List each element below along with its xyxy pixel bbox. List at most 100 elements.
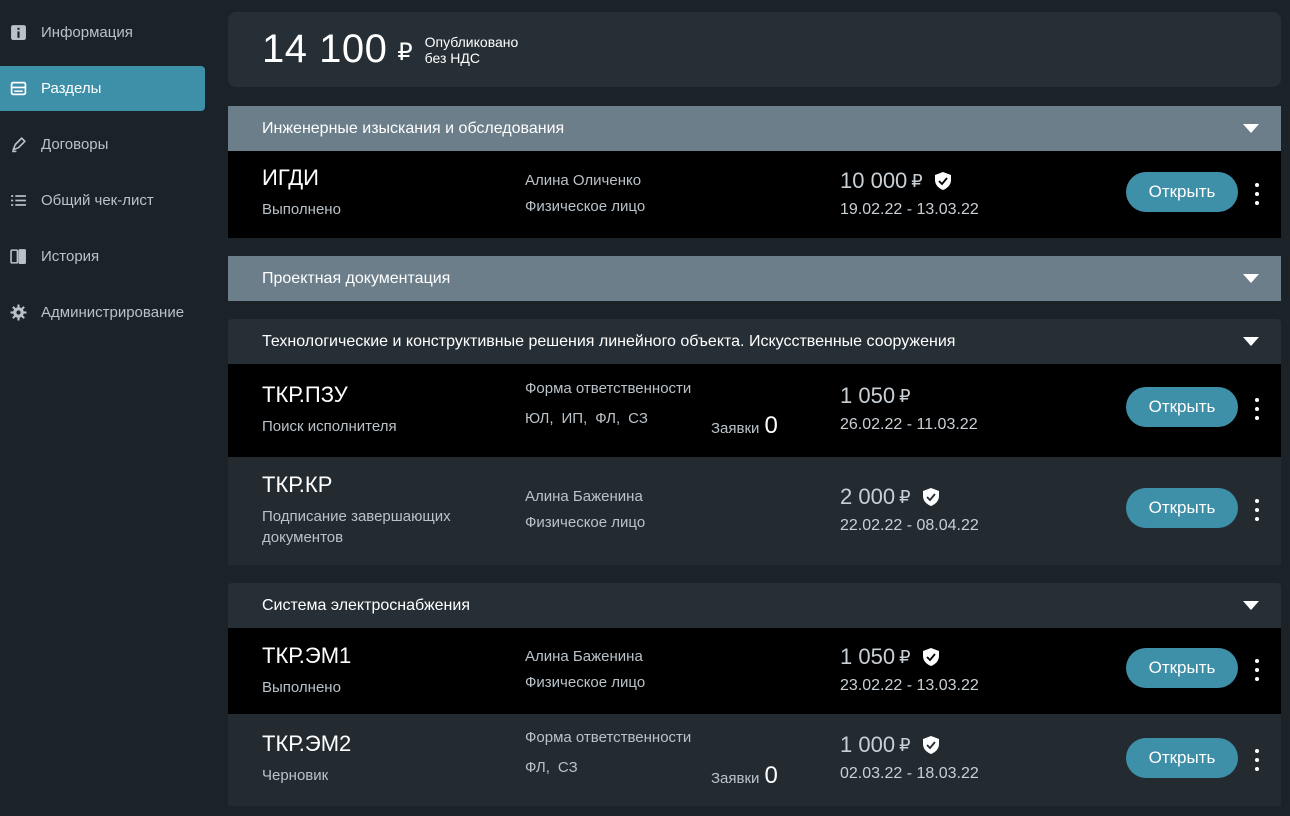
section-code: ТКР.ЭМ1: [262, 643, 352, 668]
sidebar-item-label: Разделы: [41, 80, 102, 97]
sidebar-item-contracts[interactable]: Договоры: [0, 122, 205, 167]
section-title: Инженерные изыскания и обследования: [262, 119, 565, 137]
currency-symbol: ₽: [899, 385, 911, 406]
form-tag: ИП,: [561, 410, 588, 427]
forms-list: ЮЛ, ИП, ФЛ, СЗ: [525, 406, 691, 432]
sidebar-item-history[interactable]: История: [0, 234, 205, 279]
contractor-name: Алина Баженина: [525, 648, 643, 665]
sidebar-item-info[interactable]: Информация: [0, 10, 205, 55]
requests-count: 0: [764, 412, 778, 439]
section-status: Черновик: [262, 767, 329, 784]
total-amount: 14 100: [262, 27, 388, 71]
section-code: ТКР.ЭМ2: [262, 731, 352, 756]
more-vertical-icon[interactable]: [1251, 398, 1263, 420]
sidebar: Информация Разделы Договоры Общий чек-ли…: [0, 0, 214, 816]
contractor-name: Алина Баженина: [525, 488, 643, 505]
shield-check-icon: [934, 172, 951, 190]
caret-down-icon[interactable]: [1243, 601, 1259, 610]
sections-icon: [9, 80, 27, 98]
requests-counter: Заявки 0: [711, 412, 778, 440]
open-button[interactable]: Открыть: [1126, 172, 1238, 212]
price-value: 2 000: [840, 484, 896, 509]
requests-count: 0: [764, 762, 778, 789]
section-code: ТКР.КР: [262, 472, 333, 497]
sidebar-item-admin[interactable]: Администрирование: [0, 290, 205, 335]
currency-symbol: ₽: [899, 734, 911, 755]
caret-down-icon[interactable]: [1243, 337, 1259, 346]
open-button[interactable]: Открыть: [1126, 648, 1238, 688]
sidebar-item-label: Договоры: [41, 136, 109, 153]
more-vertical-icon[interactable]: [1251, 659, 1263, 681]
sidebar-item-sections[interactable]: Разделы: [0, 66, 205, 111]
table-row: ТКР.ЭМ1 Выполнено Алина Баженина Физичес…: [228, 628, 1281, 714]
sidebar-item-label: Общий чек-лист: [41, 192, 154, 209]
section-code: ИГДИ: [262, 165, 319, 190]
gear-icon: [9, 304, 27, 322]
contractor-type: Физическое лицо: [525, 674, 646, 691]
currency-symbol: ₽: [899, 486, 911, 507]
price-value: 10 000: [840, 168, 908, 193]
main-content: 14 100 ₽ Опубликовано без НДС Инженерные…: [228, 12, 1281, 806]
requests-label: Заявки: [711, 770, 760, 787]
forms-list: ФЛ, СЗ: [525, 755, 691, 781]
caret-down-icon[interactable]: [1243, 124, 1259, 133]
section-status: Подписание завершающих документов: [262, 508, 451, 546]
summary-panel: 14 100 ₽ Опубликовано без НДС: [228, 12, 1281, 87]
forms-label: Форма ответственности: [525, 729, 692, 746]
section-status: Выполнено: [262, 679, 341, 696]
caret-down-icon[interactable]: [1243, 274, 1259, 283]
section-status: Поиск исполнителя: [262, 418, 397, 435]
shield-check-icon: [922, 488, 939, 506]
history-icon: [9, 248, 27, 266]
section-header[interactable]: Инженерные изыскания и обследования: [228, 106, 1281, 151]
date-range: 22.02.22 - 08.04.22: [840, 517, 979, 534]
shield-check-icon: [922, 736, 939, 754]
section-status: Выполнено: [262, 201, 341, 218]
date-range: 26.02.22 - 11.03.22: [840, 416, 978, 433]
sidebar-item-label: История: [41, 248, 100, 265]
contractor-type: Физическое лицо: [525, 514, 646, 531]
table-row: ИГДИ Выполнено Алина Оличенко Физическое…: [228, 151, 1281, 238]
checklist-icon: [9, 192, 27, 210]
requests-label: Заявки: [711, 420, 760, 437]
section-header[interactable]: Система электроснабжения: [228, 583, 1281, 628]
sidebar-item-label: Информация: [41, 24, 133, 41]
form-tag: ФЛ,: [595, 410, 621, 427]
shield-check-icon: [922, 648, 939, 666]
more-vertical-icon[interactable]: [1251, 183, 1263, 205]
date-range: 02.03.22 - 18.03.22: [840, 765, 979, 782]
table-row: ТКР.КР Подписание завершающих документов…: [228, 457, 1281, 565]
info-icon: [9, 24, 27, 42]
table-row: ТКР.ПЗУ Поиск исполнителя Форма ответств…: [228, 364, 1281, 457]
section-title: Система электроснабжения: [262, 596, 470, 614]
currency-symbol: ₽: [899, 646, 911, 667]
currency-symbol: ₽: [911, 170, 923, 191]
note-line: без НДС: [424, 49, 480, 66]
forms-label: Форма ответственности: [525, 380, 692, 397]
form-tag: СЗ: [628, 410, 648, 427]
publication-note: Опубликовано без НДС: [425, 34, 519, 66]
table-row: ТКР.ЭМ2 Черновик Форма ответственности Ф…: [228, 714, 1281, 806]
section-code: ТКР.ПЗУ: [262, 382, 348, 407]
open-button[interactable]: Открыть: [1126, 738, 1238, 778]
form-tag: ЮЛ,: [525, 410, 554, 427]
note-line: Опубликовано: [424, 33, 519, 50]
requests-counter: Заявки 0: [711, 762, 778, 790]
more-vertical-icon[interactable]: [1251, 749, 1263, 771]
currency-symbol: ₽: [397, 39, 413, 66]
section-header[interactable]: Проектная документация: [228, 256, 1281, 301]
section-title: Технологические и конструктивные решения…: [262, 332, 956, 350]
pen-icon: [9, 136, 27, 154]
open-button[interactable]: Открыть: [1126, 387, 1238, 427]
sidebar-item-checklist[interactable]: Общий чек-лист: [0, 178, 205, 223]
date-range: 23.02.22 - 13.03.22: [840, 677, 979, 694]
sidebar-item-label: Администрирование: [41, 304, 185, 321]
contractor-name: Алина Оличенко: [525, 172, 642, 189]
section-header[interactable]: Технологические и конструктивные решения…: [228, 319, 1281, 364]
form-tag: СЗ: [557, 759, 578, 776]
more-vertical-icon[interactable]: [1251, 499, 1263, 521]
open-button[interactable]: Открыть: [1126, 488, 1238, 528]
price-value: 1 050: [840, 383, 896, 408]
price-value: 1 050: [840, 644, 896, 669]
contractor-type: Физическое лицо: [525, 198, 646, 215]
